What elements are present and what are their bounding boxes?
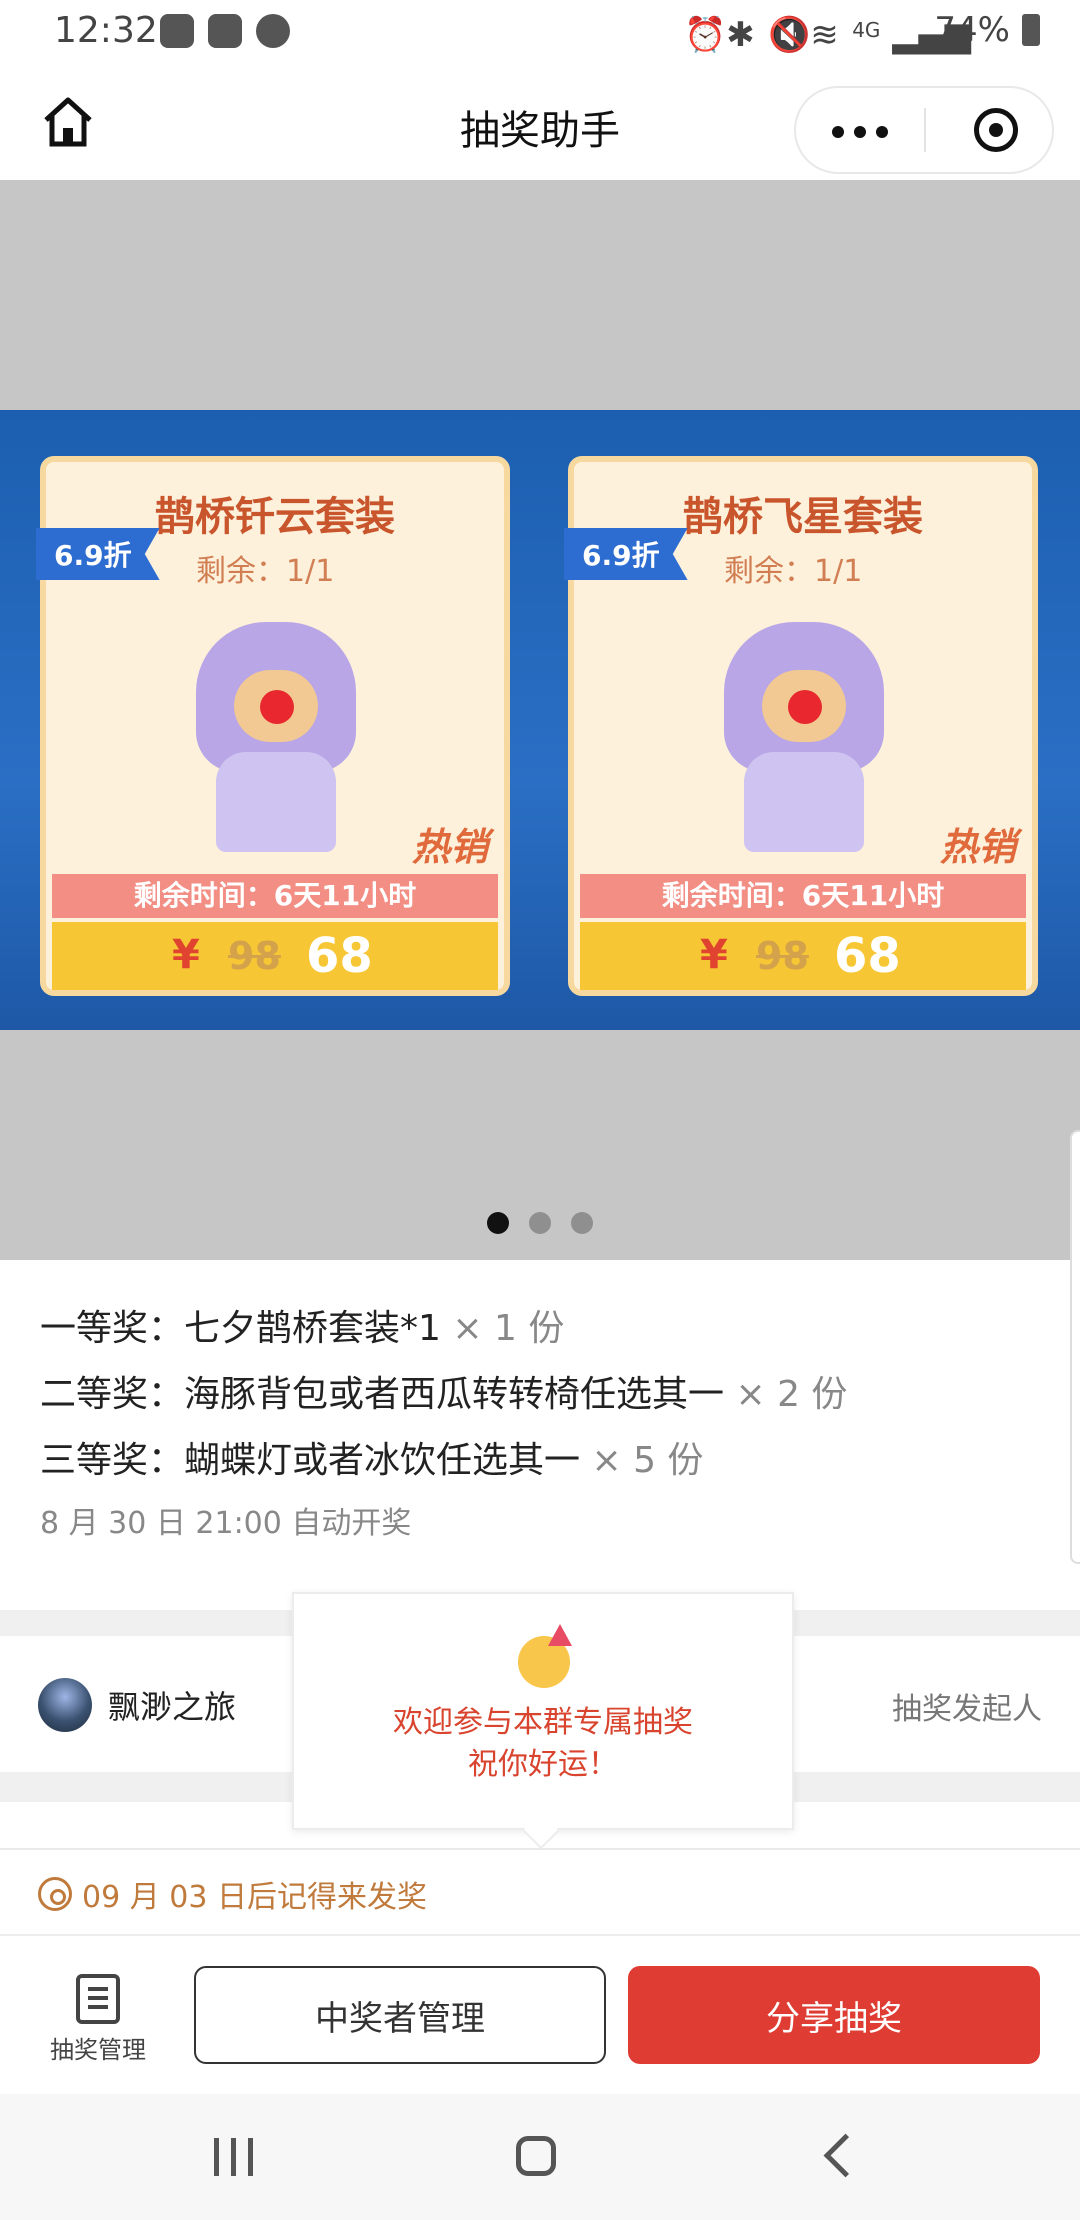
system-nav-bar xyxy=(0,2094,1080,2220)
price-bar: ¥ 98 68 xyxy=(52,922,498,990)
status-bar: 12:32 ⏰ ✱ 🔇 ≋ 4G ▂▄▆ 74% xyxy=(0,0,1080,64)
welcome-line-1: 欢迎参与本群专属抽奖 xyxy=(393,1705,693,1740)
document-icon xyxy=(76,1974,120,2024)
prize-label: 一等奖：七夕鹊桥套装*1 xyxy=(40,1308,441,1349)
prize-item: 一等奖：七夕鹊桥套装*1 × 1 份 xyxy=(40,1296,1040,1362)
recent-apps-icon[interactable] xyxy=(214,2138,253,2176)
banner-image: 鹊桥钎云套装 6.9折 剩余：1/1 热销 剩余时间：6天11小时 ¥ 98 6… xyxy=(0,410,1080,1030)
carousel-dot[interactable] xyxy=(487,1212,509,1234)
old-price: 98 xyxy=(228,934,281,978)
side-scroll-handle[interactable] xyxy=(1070,1130,1080,1564)
currency-symbol: ¥ xyxy=(172,932,200,978)
share-lottery-button[interactable]: 分享抽奖 xyxy=(628,1966,1040,2064)
welcome-message: 欢迎参与本群专属抽奖 祝你好运！ xyxy=(294,1702,792,1786)
notification-icons xyxy=(160,14,290,48)
prize-qty: × 5 份 xyxy=(591,1440,704,1481)
hot-label: 热销 xyxy=(411,825,488,869)
signal-icon: ▂▄▆ xyxy=(892,15,971,55)
banner-carousel[interactable]: 鹊桥钎云套装 6.9折 剩余：1/1 热销 剩余时间：6天11小时 ¥ 98 6… xyxy=(0,180,1080,1260)
discount-badge: 6.9折 xyxy=(36,528,160,580)
welcome-line-2: 祝你好运！ xyxy=(468,1747,618,1782)
character-figure xyxy=(714,622,894,852)
network-label: 4G xyxy=(852,18,881,42)
avatar[interactable] xyxy=(38,1678,92,1732)
bluetooth-icon: ✱ xyxy=(726,15,755,55)
winners-manage-button[interactable]: 中奖者管理 xyxy=(194,1966,606,2064)
close-miniprogram-icon[interactable] xyxy=(974,108,1018,152)
capsule-menu xyxy=(794,86,1054,174)
notification-icon xyxy=(160,14,194,48)
capsule-divider xyxy=(924,108,926,152)
battery-icon xyxy=(1022,14,1040,46)
back-icon[interactable] xyxy=(823,2133,868,2178)
lottery-manage-label: 抽奖管理 xyxy=(50,2036,146,2064)
character-figure xyxy=(186,622,366,852)
discount-badge: 6.9折 xyxy=(564,528,688,580)
prize-qty: × 2 份 xyxy=(735,1374,848,1415)
more-icon[interactable] xyxy=(832,126,888,138)
prize-item: 二等奖：海豚背包或者西瓜转转椅任选其一 × 2 份 xyxy=(40,1362,1040,1428)
new-price: 68 xyxy=(306,928,373,984)
new-price: 68 xyxy=(834,928,901,984)
carousel-dot[interactable] xyxy=(529,1212,551,1234)
system-icons: ⏰ ✱ 🔇 ≋ 4G ▂▄▆ 74% xyxy=(684,10,1040,55)
lottery-manage-button[interactable]: 抽奖管理 xyxy=(38,1974,158,2065)
prize-item: 三等奖：蝴蝶灯或者冰饮任选其一 × 5 份 xyxy=(40,1428,1040,1494)
prize-label: 二等奖：海豚背包或者西瓜转转椅任选其一 xyxy=(40,1374,725,1415)
currency-symbol: ¥ xyxy=(700,932,728,978)
carousel-dot[interactable] xyxy=(571,1212,593,1234)
welcome-tooltip: 欢迎参与本群专属抽奖 祝你好运！ xyxy=(292,1592,794,1850)
prize-label: 三等奖：蝴蝶灯或者冰饮任选其一 xyxy=(40,1440,581,1481)
mute-icon: 🔇 xyxy=(768,15,811,55)
home-nav-icon[interactable] xyxy=(516,2136,556,2176)
bottom-action-bar: 抽奖管理 中奖者管理 分享抽奖 xyxy=(0,1934,1080,2096)
tooltip-pointer xyxy=(522,1812,560,1850)
mini-program-header: 抽奖助手 xyxy=(0,64,1080,182)
hot-label: 热销 xyxy=(939,825,1016,869)
draw-time: 8 月 30 日 21:00 自动开奖 xyxy=(40,1506,412,1541)
alarm-icon: ⏰ xyxy=(684,15,727,55)
time-left: 剩余时间：6天11小时 xyxy=(52,874,498,918)
product-remaining: 剩余：1/1 xyxy=(196,554,335,589)
product-remaining: 剩余：1/1 xyxy=(724,554,863,589)
reminder-icon xyxy=(38,1877,72,1911)
award-reminder: 09 月 03 日后记得来发奖 xyxy=(38,1872,427,1916)
creator-role: 抽奖发起人 xyxy=(892,1692,1042,1727)
carousel-indicators xyxy=(0,1212,1080,1234)
product-card: 鹊桥飞星套装 6.9折 剩余：1/1 热销 剩余时间：6天11小时 ¥ 98 6… xyxy=(564,456,1038,996)
battery-percent: 74% xyxy=(934,10,1010,50)
price-bar: ¥ 98 68 xyxy=(580,922,1026,990)
sync-icon xyxy=(256,14,290,48)
reminder-text: 09 月 03 日后记得来发奖 xyxy=(82,1880,427,1915)
party-emoji-icon xyxy=(518,1624,572,1688)
product-card: 鹊桥钎云套装 6.9折 剩余：1/1 热销 剩余时间：6天11小时 ¥ 98 6… xyxy=(36,456,510,996)
wifi-icon: ≋ xyxy=(810,15,839,55)
time-left: 剩余时间：6天11小时 xyxy=(580,874,1026,918)
prize-qty: × 1 份 xyxy=(452,1308,565,1349)
old-price: 98 xyxy=(756,934,809,978)
status-time: 12:32 xyxy=(54,10,158,51)
creator-name: 飘渺之旅 xyxy=(108,1688,237,1726)
prize-list: 一等奖：七夕鹊桥套装*1 × 1 份 二等奖：海豚背包或者西瓜转转椅任选其一 ×… xyxy=(40,1296,1040,1542)
gallery-icon xyxy=(208,14,242,48)
